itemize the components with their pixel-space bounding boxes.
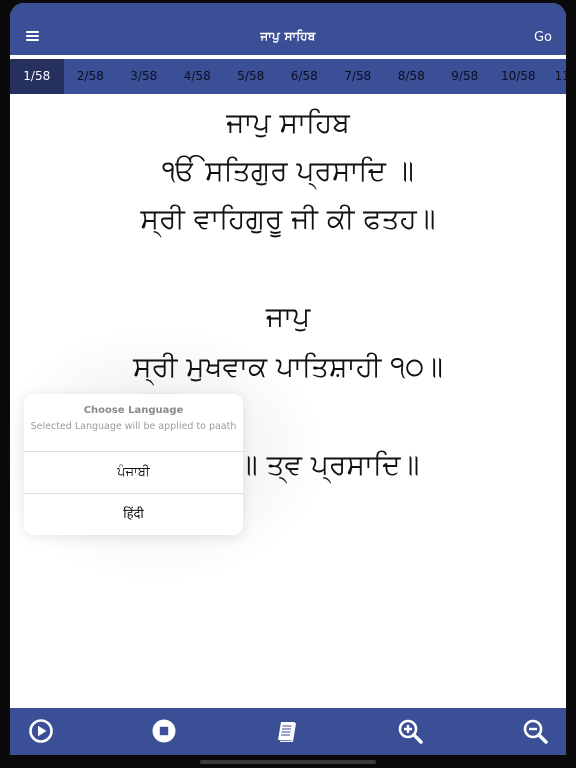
tab-page-6[interactable]: 6/58 [278,59,332,94]
tab-page-11[interactable]: 11/58 [545,59,566,94]
go-button[interactable]: Go [534,30,552,45]
app-window: ਜਾਪੁ ਸਾਹਿਬ Go 1/58 2/58 3/58 4/58 5/58 6… [10,3,566,755]
text-line: ਜਾਪੁ [265,300,311,333]
popup-subtitle: Selected Language will be applied to paa… [30,421,237,432]
book-icon[interactable] [273,717,301,745]
language-option-punjabi[interactable]: ਪੰਜਾਬੀ [24,451,243,494]
tab-page-9[interactable]: 9/58 [438,59,492,94]
paath-content: ਜਾਪੁ ਸਾਹਿਬ ੴ ਸਤਿਗੁਰ ਪ੍ਰਸਾਦਿ ॥ ਸ੍ਰੀ ਵਾਹਿਗ… [10,94,566,708]
stop-icon[interactable] [150,717,178,745]
text-line: ਜਾਪੁ ਸਾਹਿਬ [226,106,350,139]
zoom-out-icon[interactable] [521,717,549,745]
text-line: ਸ੍ਰੀ ਮੁਖਵਾਕ ਪਾਤਿਸ਼ਾਹੀ ੧੦॥ [132,350,444,383]
tab-page-5[interactable]: 5/58 [224,59,278,94]
tab-page-8[interactable]: 8/58 [385,59,439,94]
tab-page-2[interactable]: 2/58 [64,59,118,94]
page-tabs: 1/58 2/58 3/58 4/58 5/58 6/58 7/58 8/58 … [10,59,566,94]
tab-page-10[interactable]: 10/58 [492,59,546,94]
top-nav-bar: ਜਾਪੁ ਸਾਹਿਬ Go [10,3,566,55]
tab-page-7[interactable]: 7/58 [331,59,385,94]
page-tabs-strip: 1/58 2/58 3/58 4/58 5/58 6/58 7/58 8/58 … [10,59,566,94]
zoom-in-icon[interactable] [396,717,424,745]
page-title: ਜਾਪੁ ਸਾਹਿਬ [260,29,316,43]
play-icon[interactable] [27,717,55,745]
language-option-hindi[interactable]: हिंदी [24,493,243,535]
tab-page-1[interactable]: 1/58 [10,59,64,94]
language-popup: Choose Language Selected Language will b… [24,394,243,535]
home-indicator [200,760,376,764]
tab-page-4[interactable]: 4/58 [171,59,225,94]
text-line: ੴ ਸਤਿਗੁਰ ਪ੍ਰਸਾਦਿ ॥ [162,154,414,187]
bottom-toolbar [10,708,566,755]
popup-title: Choose Language [83,405,184,416]
text-line: ਸ੍ਰੀ ਵਾਹਿਗੁਰੂ ਜੀ ਕੀ ਫਤਹ॥ [140,202,436,235]
tab-page-3[interactable]: 3/58 [117,59,171,94]
